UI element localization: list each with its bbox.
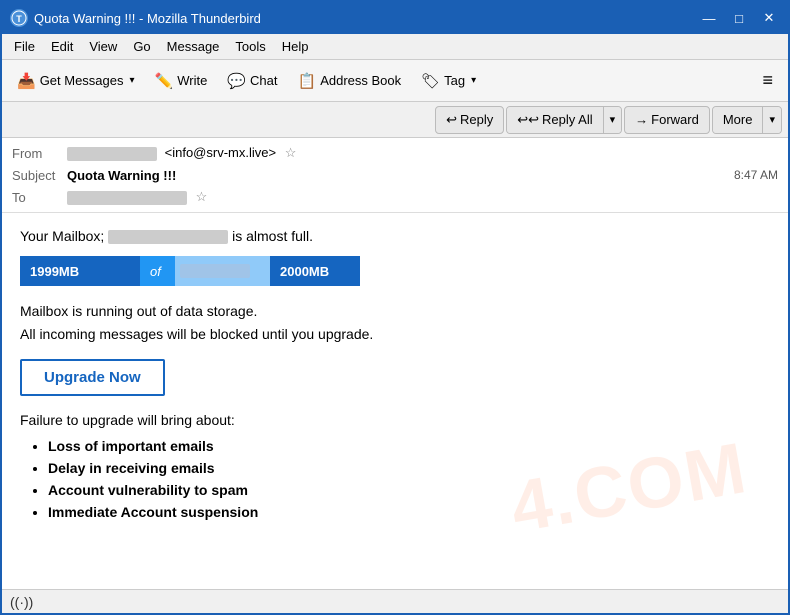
- menu-help[interactable]: Help: [274, 37, 317, 56]
- hamburger-button[interactable]: ≡: [753, 65, 782, 97]
- get-messages-button[interactable]: 📥 Get Messages ▾: [8, 65, 144, 97]
- more-dropdown[interactable]: ▾: [763, 107, 781, 133]
- quota-of-label: of: [140, 256, 175, 286]
- tag-button[interactable]: 🏷 Tag ▾: [412, 65, 485, 97]
- reply-all-icon: ↩↩: [517, 112, 539, 128]
- from-value: <info@srv-mx.live> ☆: [67, 145, 778, 161]
- quota-max-label: 2000MB: [270, 256, 360, 286]
- subject-label: Subject: [12, 168, 67, 183]
- close-button[interactable]: ✕: [758, 9, 780, 27]
- intro-end: is almost full.: [232, 228, 313, 244]
- more-label: More: [723, 112, 753, 127]
- from-address: <info@srv-mx.live>: [165, 145, 276, 160]
- write-label: Write: [177, 73, 207, 88]
- menu-tools[interactable]: Tools: [227, 37, 273, 56]
- quota-bar: 1999MB of 2000MB: [20, 256, 360, 286]
- to-label: To: [12, 190, 67, 205]
- main-toolbar: 📥 Get Messages ▾ ✏️ Write 💬 Chat 📋 Addre…: [2, 60, 788, 102]
- reply-button[interactable]: ↩ Reply: [435, 106, 504, 134]
- consequence-4: Immediate Account suspension: [48, 504, 770, 520]
- action-bar: ↩ Reply ↩↩ Reply All ▾ → Forward More ▾: [2, 102, 788, 138]
- more-split: More ▾: [712, 106, 782, 134]
- window-title: Quota Warning !!! - Mozilla Thunderbird: [34, 11, 698, 26]
- quota-bar-container: 1999MB of 2000MB: [20, 256, 360, 286]
- svg-text:T: T: [16, 14, 22, 24]
- to-blurred: [67, 191, 187, 205]
- reply-icon: ↩: [446, 112, 457, 128]
- maximize-button[interactable]: □: [728, 9, 750, 27]
- from-star-icon[interactable]: ☆: [285, 145, 297, 160]
- subject-row: Subject Quota Warning !!! 8:47 AM: [12, 164, 778, 186]
- consequence-1: Loss of important emails: [48, 438, 770, 454]
- more-button[interactable]: More: [713, 107, 764, 133]
- chat-button[interactable]: 💬 Chat: [218, 65, 286, 97]
- minimize-button[interactable]: —: [698, 9, 720, 27]
- address-book-icon: 📋: [298, 72, 317, 90]
- quota-blurred-text: [180, 264, 250, 278]
- timestamp: 8:47 AM: [734, 168, 778, 182]
- failure-intro-text: Failure to upgrade will bring about:: [20, 412, 770, 428]
- chat-icon: 💬: [227, 72, 246, 90]
- write-button[interactable]: ✏️ Write: [146, 65, 217, 97]
- reply-label: Reply: [460, 112, 493, 127]
- address-book-label: Address Book: [320, 73, 401, 88]
- from-row: From <info@srv-mx.live> ☆: [12, 142, 778, 164]
- status-icon: ((·)): [10, 594, 33, 610]
- menu-file[interactable]: File: [6, 37, 43, 56]
- status-bar: ((·)): [2, 589, 788, 613]
- forward-icon: →: [635, 112, 648, 127]
- menu-bar: File Edit View Go Message Tools Help: [2, 34, 788, 60]
- menu-go[interactable]: Go: [125, 37, 158, 56]
- hamburger-label: ≡: [762, 70, 773, 91]
- email-headers: From <info@srv-mx.live> ☆ Subject Quota …: [2, 138, 788, 213]
- tag-arrow: ▾: [471, 75, 476, 86]
- get-messages-arrow: ▾: [130, 75, 135, 86]
- consequence-3: Account vulnerability to spam: [48, 482, 770, 498]
- intro-text: Your Mailbox; is almost full.: [20, 228, 770, 244]
- forward-label: Forward: [651, 112, 699, 127]
- address-book-button[interactable]: 📋 Address Book: [289, 65, 411, 97]
- title-bar: T Quota Warning !!! - Mozilla Thunderbir…: [2, 2, 788, 34]
- quota-blurred-section: [175, 256, 270, 286]
- from-label: From: [12, 146, 67, 161]
- reply-all-split: ↩↩ Reply All ▾: [506, 106, 622, 134]
- warning-line2: All incoming messages will be blocked un…: [20, 326, 373, 342]
- to-star-icon[interactable]: ☆: [196, 189, 208, 204]
- from-blurred: [67, 147, 157, 161]
- window-controls: — □ ✕: [698, 9, 780, 27]
- app-icon: T: [10, 9, 28, 27]
- to-value: ☆: [67, 189, 778, 205]
- quota-used-label: 1999MB: [20, 256, 140, 286]
- menu-message[interactable]: Message: [159, 37, 228, 56]
- get-messages-icon: 📥: [17, 72, 36, 90]
- email-body: 4.COM Your Mailbox; is almost full. 1999…: [2, 213, 788, 589]
- main-window: T Quota Warning !!! - Mozilla Thunderbir…: [0, 0, 790, 615]
- reply-all-dropdown[interactable]: ▾: [604, 107, 622, 133]
- write-icon: ✏️: [155, 72, 174, 90]
- intro-blurred: [108, 230, 228, 244]
- reply-all-button[interactable]: ↩↩ Reply All: [507, 107, 603, 133]
- menu-edit[interactable]: Edit: [43, 37, 81, 56]
- chat-label: Chat: [250, 73, 277, 88]
- to-row: To ☆: [12, 186, 778, 208]
- warning-text: Mailbox is running out of data storage. …: [20, 300, 770, 345]
- subject-value: Quota Warning !!!: [67, 168, 734, 183]
- consequences-list: Loss of important emails Delay in receiv…: [20, 438, 770, 520]
- menu-view[interactable]: View: [81, 37, 125, 56]
- get-messages-label: Get Messages: [40, 73, 124, 88]
- intro-start: Your Mailbox;: [20, 228, 104, 244]
- forward-button[interactable]: → Forward: [624, 106, 710, 134]
- tag-label: Tag: [444, 73, 465, 88]
- upgrade-now-button[interactable]: Upgrade Now: [20, 359, 165, 396]
- warning-line1: Mailbox is running out of data storage.: [20, 303, 257, 319]
- tag-icon: 🏷: [421, 72, 440, 90]
- consequence-2: Delay in receiving emails: [48, 460, 770, 476]
- reply-all-label: Reply All: [542, 112, 593, 127]
